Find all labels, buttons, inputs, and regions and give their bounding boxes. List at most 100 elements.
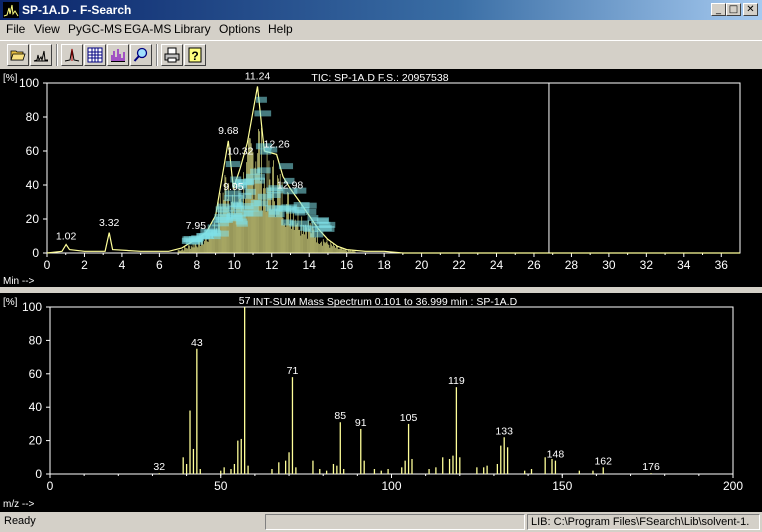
print-button[interactable]: [161, 44, 183, 66]
peak-button[interactable]: [61, 44, 83, 66]
tic-xtick-label: 12: [265, 258, 279, 272]
ms-peak-label: 32: [153, 461, 165, 473]
tic-annotation-mark: [316, 218, 329, 225]
app-icon: [3, 2, 19, 18]
tic-xtick-label: 32: [640, 258, 654, 272]
tic-annotation-mark: [183, 236, 203, 243]
tic-ytick-label: 40: [26, 178, 40, 192]
tic-annotation-mark: [310, 231, 324, 238]
menu-file[interactable]: File: [6, 22, 25, 36]
title-bar: SP-1A.D - F-Search _ □ ✕: [0, 0, 762, 20]
tic-ytick-label: 0: [32, 246, 39, 260]
tic-peak-label: 9.68: [218, 125, 239, 137]
tic-xtick-label: 36: [715, 258, 729, 272]
ms-ytick-label: 100: [22, 300, 42, 314]
ms-xtick-label: 200: [723, 479, 743, 493]
menu-ega-ms[interactable]: EGA-MS: [124, 22, 171, 36]
tic-xtick-label: 16: [340, 258, 354, 272]
ms-ytick-label: 20: [29, 434, 43, 448]
tic-annotation-mark: [293, 202, 310, 209]
ms-plot-frame: [49, 306, 734, 475]
tic-xtick-label: 14: [303, 258, 317, 272]
tic-peak-label: 3.32: [99, 217, 120, 229]
peak-icon: [64, 48, 80, 62]
menu-library[interactable]: Library: [174, 22, 211, 36]
tic-title: TIC: SP-1A.D F.S.: 20957538: [311, 72, 448, 84]
ms-peak-label: 71: [287, 365, 299, 377]
tic-ytick-label: 60: [26, 144, 40, 158]
tic-xtick-label: 26: [527, 258, 541, 272]
tic-xtick-label: 8: [193, 258, 200, 272]
ms-chart: [%] m/z --> INT-SUM Mass Spectrum 0.101 …: [3, 295, 743, 510]
chromatogram-button[interactable]: [30, 44, 52, 66]
spectrum-icon: [111, 49, 125, 62]
toolbar-separator: [56, 44, 58, 66]
tic-xtick-label: 10: [228, 258, 242, 272]
minimize-button[interactable]: _: [711, 3, 726, 16]
ms-xtick-label: 150: [552, 479, 572, 493]
maximize-button[interactable]: □: [726, 3, 741, 16]
tic-xtick-label: 0: [44, 258, 51, 272]
tic-peak-label: 12.26: [263, 139, 289, 151]
tic-annotation-mark: [244, 188, 256, 195]
status-bar: Ready LIB: C:\Program Files\FSearch\Lib\…: [0, 512, 762, 532]
menu-pygc-ms[interactable]: PyGC-MS: [68, 22, 122, 36]
tic-panel: [%] Min --> TIC: SP-1A.D F.S.: 20957538 …: [0, 69, 762, 287]
tic-xtick-label: 30: [602, 258, 616, 272]
ms-ytick-label: 0: [35, 467, 42, 481]
ms-peak-label: 57: [239, 295, 251, 307]
tic-annotation-mark: [215, 206, 229, 213]
ms-xlabel: m/z -->: [3, 499, 35, 510]
tic-annotation-mark: [250, 200, 261, 207]
tic-trace: [46, 86, 740, 254]
tic-peak-label: 9.95: [223, 181, 244, 193]
tic-annotation-mark: [278, 163, 294, 170]
open-folder-icon: [10, 50, 26, 61]
status-progress: [265, 514, 525, 530]
close-button[interactable]: ✕: [743, 3, 758, 16]
tic-ytick-label: 80: [26, 110, 40, 124]
spectrum-button[interactable]: [107, 44, 129, 66]
tic-peak-label: 10.32: [227, 145, 253, 157]
ms-peak-label: 162: [594, 455, 612, 467]
tic-annotation-mark: [256, 96, 267, 103]
tic-xtick-label: 4: [119, 258, 126, 272]
ms-peak-label: 176: [642, 461, 660, 473]
toolbar: ?: [0, 40, 762, 69]
menu-options[interactable]: Options: [219, 22, 260, 36]
toolbar-separator: [156, 44, 158, 66]
tic-annotation-mark: [257, 193, 273, 200]
status-library: LIB: C:\Program Files\FSearch\Lib\solven…: [527, 514, 760, 530]
ms-title: INT-SUM Mass Spectrum 0.101 to 36.999 mi…: [253, 296, 518, 308]
ms-peak-label: 85: [334, 410, 346, 422]
ms-peak-label: 91: [355, 417, 367, 429]
tic-annotation-mark: [227, 205, 243, 212]
help-button[interactable]: ?: [184, 44, 206, 66]
tic-annotation-mark: [226, 212, 242, 219]
ms-panel: [%] m/z --> INT-SUM Mass Spectrum 0.101 …: [0, 293, 762, 512]
ms-peak-label: 148: [547, 449, 565, 461]
tic-annotation-mark: [299, 224, 312, 231]
grid-button[interactable]: [84, 44, 106, 66]
tic-peak-label: 7.95: [186, 220, 207, 232]
tic-annotation-mark: [254, 177, 265, 184]
tic-ylabel: [%]: [3, 73, 18, 84]
ms-peak-label: 43: [191, 337, 203, 349]
menu-view[interactable]: View: [34, 22, 60, 36]
status-ready: Ready: [4, 515, 36, 527]
ms-ytick-label: 60: [29, 367, 43, 381]
open-button[interactable]: [7, 44, 29, 66]
menu-help[interactable]: Help: [268, 22, 293, 36]
search-button[interactable]: [130, 44, 152, 66]
ms-peak-label: 105: [400, 412, 418, 424]
tic-annotation-mark: [319, 225, 332, 232]
tic-peak-label: 1.02: [56, 230, 77, 242]
tic-annotation-mark: [244, 178, 255, 185]
tic-xtick-label: 24: [490, 258, 504, 272]
search-icon: [133, 47, 148, 62]
menu-bar: File View PyGC-MS EGA-MS Library Options…: [0, 20, 762, 39]
tic-xtick-label: 2: [81, 258, 88, 272]
tic-xtick-label: 34: [677, 258, 691, 272]
tic-xtick-label: 20: [415, 258, 429, 272]
ms-ytick-label: 80: [29, 333, 43, 347]
